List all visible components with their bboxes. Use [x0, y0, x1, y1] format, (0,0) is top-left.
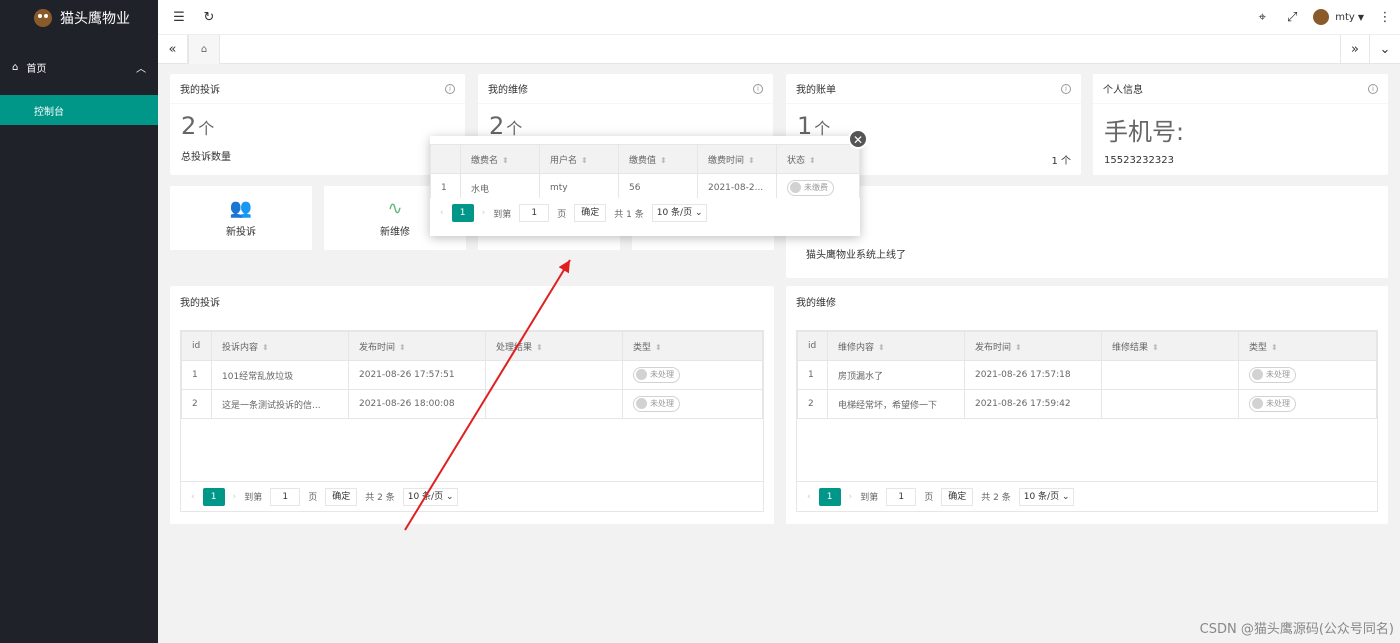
annotation-arrow — [404, 259, 571, 531]
watermark: CSDN @猫头鹰源码(公众号同名) — [1199, 622, 1394, 637]
